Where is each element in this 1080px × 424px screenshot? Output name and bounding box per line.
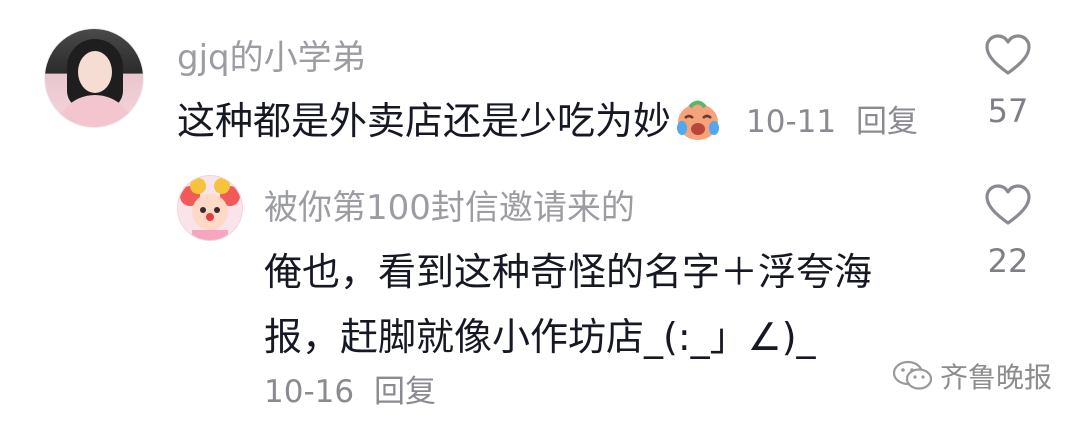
avatar[interactable] xyxy=(177,175,243,241)
heart-icon[interactable] xyxy=(984,183,1032,227)
like-count: 22 xyxy=(987,242,1029,280)
comment-thread: gjq的小学弟 这种都是外卖店还是少吃为妙 10-11 回复 57 被你第100… xyxy=(0,0,1080,424)
comment-text: 这种都是外卖店还是少吃为妙 xyxy=(177,90,721,145)
reply-button[interactable]: 回复 xyxy=(856,104,918,140)
reply-text-line-2: 报，赶脚就像小作坊店_(:_」∠)_ xyxy=(264,315,816,359)
reply-date: 10-16 xyxy=(264,374,355,410)
watermark-text: 齐鲁晚报 xyxy=(940,361,1053,394)
reply-username[interactable]: 被你第100封信邀请来的 xyxy=(264,180,635,229)
avatar[interactable] xyxy=(44,28,144,128)
comment-meta: 10-11 回复 xyxy=(746,96,918,141)
reply-text-line-1: 俺也，看到这种奇怪的名字＋浮夸海 xyxy=(264,250,873,294)
wechat-icon xyxy=(892,360,933,390)
reply-button[interactable]: 回复 xyxy=(374,374,436,410)
comment-date: 10-11 xyxy=(746,104,837,140)
watermark: 齐鲁晚报 xyxy=(892,356,1052,396)
heart-icon[interactable] xyxy=(984,33,1032,77)
like-count: 57 xyxy=(987,92,1029,130)
comment-username[interactable]: gjq的小学弟 xyxy=(177,30,366,79)
reply-meta: 10-16 回复 xyxy=(264,366,436,411)
crying-laughing-emoji-icon xyxy=(675,98,721,142)
